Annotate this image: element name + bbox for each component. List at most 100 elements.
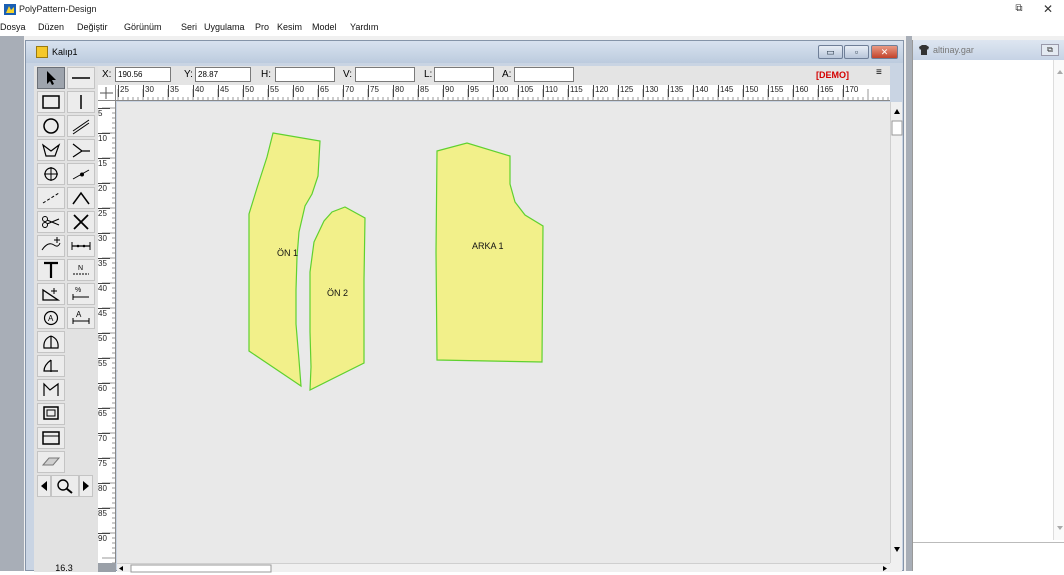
piece-on-1[interactable]: ÖN 1 [248, 132, 321, 388]
ruler-left-label: 90 [98, 533, 110, 543]
piece-arka-1[interactable]: ARKA 1 [435, 142, 544, 363]
ruler-left-ticks [102, 107, 115, 563]
window-restore-button[interactable]: ⧉ [1012, 2, 1026, 16]
menu-kesim[interactable]: Kesim [277, 22, 302, 32]
drawing-canvas[interactable]: ÖN 1 ÖN 2 ARKA 1 [117, 102, 890, 563]
zoom-icon[interactable] [51, 475, 79, 497]
ruler-left-label: 20 [98, 183, 110, 193]
side-panel-footer [913, 542, 1064, 571]
piece-name-icon[interactable]: N [67, 259, 95, 281]
ruler-left-label: 25 [98, 208, 110, 218]
l-field[interactable] [434, 67, 494, 82]
seam-allowance-icon[interactable]: % [67, 283, 95, 305]
side-panel-restore-button[interactable]: ⧉ [1041, 44, 1059, 56]
window-close-button[interactable]: ✕ [1041, 2, 1055, 16]
circle-icon[interactable] [37, 115, 65, 137]
select-arrow-icon[interactable] [37, 67, 65, 89]
point-on-line-icon[interactable] [67, 163, 95, 185]
half-mirror-icon[interactable] [37, 355, 65, 377]
svg-text:A: A [48, 314, 54, 323]
pattern-window-titlebar[interactable]: Kalıp1 ▭ ▫ ✕ [26, 41, 903, 63]
scroll-right-icon[interactable] [79, 475, 93, 497]
menu-model[interactable]: Model [312, 22, 337, 32]
piece-on-1-outline[interactable] [248, 132, 321, 388]
dashed-line-icon[interactable] [37, 187, 65, 209]
notch-icon[interactable] [37, 235, 65, 257]
menu-yardim[interactable]: Yardım [350, 22, 378, 32]
ruler-left-label: 80 [98, 483, 110, 493]
eraser-icon[interactable] [37, 451, 65, 473]
side-panel-titlebar[interactable]: altinay.gar ⧉ [913, 40, 1064, 60]
ruler-left-label: 15 [98, 158, 110, 168]
ruler-left-label: 85 [98, 508, 110, 518]
mirror-icon[interactable] [37, 331, 65, 353]
piece-on-2[interactable]: ÖN 2 [309, 206, 366, 391]
svg-text:%: % [75, 287, 81, 294]
ruler-top-label: 165 [818, 85, 833, 97]
ruler-top-label: 25 [118, 85, 129, 97]
ruler-left-label: 65 [98, 408, 110, 418]
curve-icon[interactable] [67, 139, 95, 161]
scissors-icon[interactable] [37, 211, 65, 233]
menu-seri[interactable]: Seri [181, 22, 197, 32]
ruler-left-label: 40 [98, 283, 110, 293]
piece-arka-1-outline[interactable] [435, 142, 544, 363]
crosshair-point-icon[interactable] [37, 163, 65, 185]
maximize-button[interactable]: ▫ [844, 45, 869, 59]
coordinate-menu-icon[interactable]: ≡ [876, 68, 885, 80]
line-icon[interactable] [67, 67, 95, 89]
v-field[interactable] [355, 67, 415, 82]
left-gutter [0, 36, 24, 571]
measure-distance-icon[interactable] [67, 235, 95, 257]
h-field[interactable] [275, 67, 335, 82]
ruler-top-label: 120 [593, 85, 608, 97]
cross-icon[interactable] [67, 211, 95, 233]
svg-text:N: N [78, 265, 83, 272]
minimize-button[interactable]: ▭ [818, 45, 843, 59]
ruler-top-label: 80 [393, 85, 404, 97]
ruler-top-label: 160 [793, 85, 808, 97]
canvas-vertical-scrollbar[interactable] [890, 102, 903, 563]
garment-icon [919, 45, 929, 55]
frame-icon[interactable] [37, 427, 65, 449]
polygon-icon[interactable] [37, 139, 65, 161]
grain-angle-icon[interactable] [37, 283, 65, 305]
menu-dosya[interactable]: Dosya [0, 22, 26, 32]
menu-duzen[interactable]: Düzen [38, 22, 64, 32]
angle-icon[interactable] [67, 187, 95, 209]
y-field[interactable]: 28.87 [195, 67, 251, 82]
x-field[interactable]: 190.56 [115, 67, 171, 82]
ruler-top-label: 45 [218, 85, 229, 97]
a-field[interactable] [514, 67, 574, 82]
ruler-top-label: 140 [693, 85, 708, 97]
h-label: H: [261, 69, 271, 80]
menu-uygulama[interactable]: Uygulama [204, 22, 245, 32]
vertical-line-icon[interactable] [67, 91, 95, 113]
ruler-top-label: 155 [768, 85, 783, 97]
menu-degistir[interactable]: Değiştir [77, 22, 108, 32]
menu-pro[interactable]: Pro [255, 22, 269, 32]
l-label: L: [424, 69, 433, 80]
measure-text-icon[interactable]: A [67, 307, 95, 329]
ruler-left-label: 35 [98, 258, 110, 268]
horizontal-scroll-arrows-icon [119, 564, 887, 573]
side-panel-scrollbar[interactable] [1053, 60, 1064, 540]
ruler-top-label: 130 [643, 85, 658, 97]
coordinate-bar: X: 190.56 Y: 28.87 H: V: L: A: [DEMO] ≡ [98, 66, 890, 85]
app-titlebar: PolyPattern-Design ⧉ ✕ [0, 0, 1064, 19]
app-logo-icon [4, 4, 16, 15]
ruler-left-label: 30 [98, 233, 110, 243]
text-icon[interactable] [37, 259, 65, 281]
scroll-left-icon[interactable] [37, 475, 51, 497]
rectangle-icon[interactable] [37, 91, 65, 113]
fold-icon[interactable] [37, 379, 65, 401]
copy-piece-icon[interactable] [37, 403, 65, 425]
side-scroll-arrows-icon [1057, 70, 1063, 530]
parallel-line-icon[interactable] [67, 115, 95, 137]
piece-on-2-outline[interactable] [309, 206, 366, 391]
pattern-window-icon [36, 46, 48, 58]
svg-text:A: A [76, 310, 82, 319]
menu-gorunum[interactable]: Görünüm [124, 22, 162, 32]
rotate-piece-icon[interactable]: A [37, 307, 65, 329]
close-button[interactable]: ✕ [871, 45, 898, 59]
